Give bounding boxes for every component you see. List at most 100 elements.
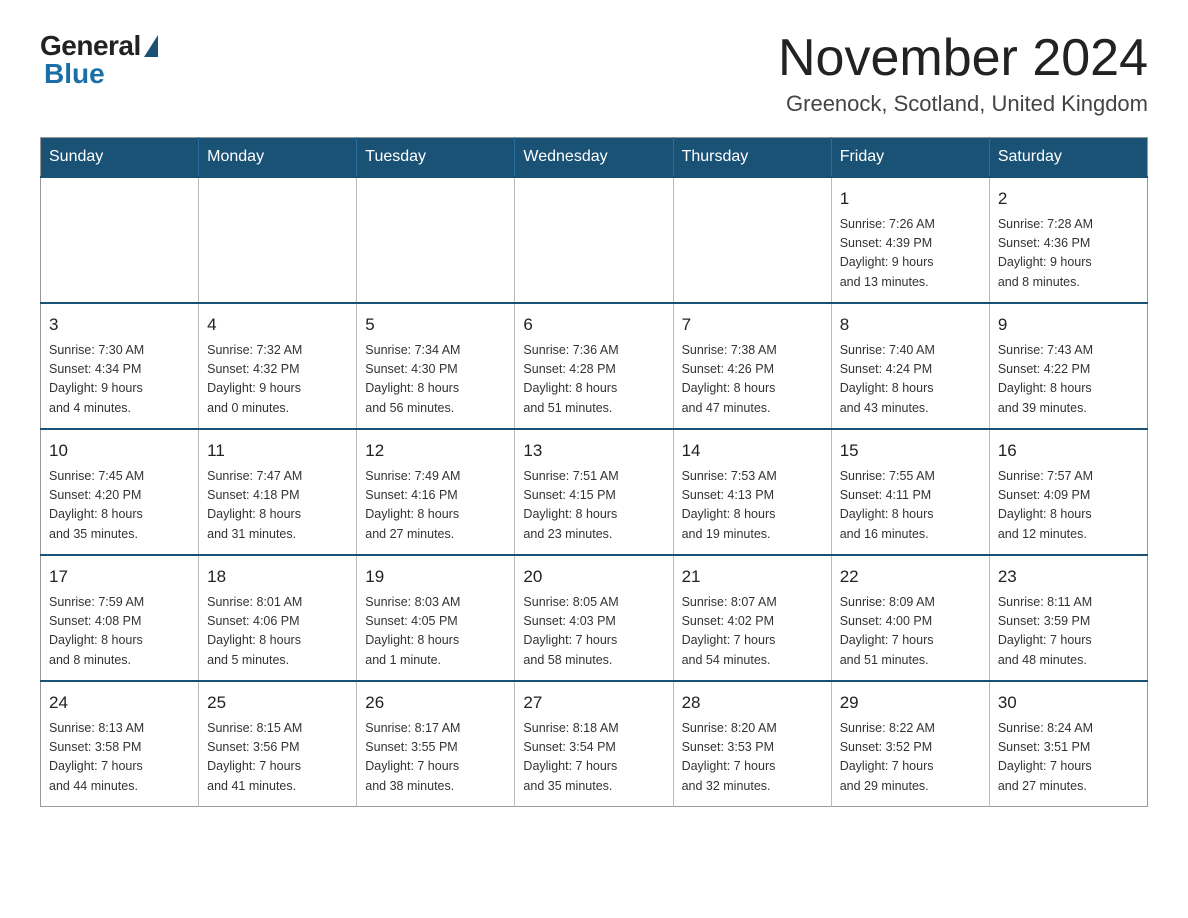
day-header-monday: Monday — [199, 138, 357, 178]
day-cell-30: 30Sunrise: 8:24 AMSunset: 3:51 PMDayligh… — [989, 681, 1147, 807]
day-number: 5 — [365, 312, 506, 338]
day-info: Sunrise: 8:17 AMSunset: 3:55 PMDaylight:… — [365, 719, 506, 797]
week-row-5: 24 Sunrise: 8:13 AMSunset: 3:58 PMDayligh… — [41, 681, 1148, 807]
logo-blue-text: Blue — [44, 58, 105, 90]
day-info: Sunrise: 7:32 AMSunset: 4:32 PMDaylight:… — [207, 341, 348, 419]
day-cell-26: 26 Sunrise: 8:17 AMSunset: 3:55 PMDayligh… — [357, 681, 515, 807]
day-number: 17 — [49, 564, 190, 590]
day-headers-row: SundayMondayTuesdayWednesdayThursdayFrid… — [41, 138, 1148, 178]
day-number: 1 — [840, 186, 981, 212]
day-info: Sunrise: 8:01 AMSunset: 4:06 PMDaylight:… — [207, 593, 348, 671]
day-number: 22 — [840, 564, 981, 590]
day-info: Sunrise: 8:15 AMSunset: 3:56 PMDaylight:… — [207, 719, 348, 797]
day-number: 27 — [523, 690, 664, 716]
day-info: Sunrise: 8:22 AMSunset: 3:52 PMDaylight:… — [840, 719, 981, 797]
week-row-4: 17 Sunrise: 7:59 AMSunset: 4:08 PMDayligh… — [41, 555, 1148, 681]
day-info: Sunrise: 8:13 AMSunset: 3:58 PMDaylight:… — [49, 719, 190, 797]
day-number: 6 — [523, 312, 664, 338]
day-number: 30 — [998, 690, 1139, 716]
day-info: Sunrise: 8:18 AMSunset: 3:54 PMDaylight:… — [523, 719, 664, 797]
day-info: Sunrise: 7:59 AMSunset: 4:08 PMDaylight:… — [49, 593, 190, 671]
day-number: 2 — [998, 186, 1139, 212]
day-info: Sunrise: 7:36 AMSunset: 4:28 PMDaylight:… — [523, 341, 664, 419]
day-cell-12: 12Sunrise: 7:49 AMSunset: 4:16 PMDayligh… — [357, 429, 515, 555]
day-number: 7 — [682, 312, 823, 338]
day-cell-27: 27 Sunrise: 8:18 AMSunset: 3:54 PMDayligh… — [515, 681, 673, 807]
day-number: 21 — [682, 564, 823, 590]
day-cell-23: 23 Sunrise: 8:11 AMSunset: 3:59 PMDayligh… — [989, 555, 1147, 681]
day-number: 19 — [365, 564, 506, 590]
day-cell-11: 11 Sunrise: 7:47 AMSunset: 4:18 PMDayligh… — [199, 429, 357, 555]
day-number: 26 — [365, 690, 506, 716]
day-cell-18: 18 Sunrise: 8:01 AMSunset: 4:06 PMDayligh… — [199, 555, 357, 681]
day-number: 11 — [207, 438, 348, 464]
day-info: Sunrise: 7:43 AMSunset: 4:22 PMDaylight:… — [998, 341, 1139, 419]
month-title: November 2024 — [778, 30, 1148, 87]
day-info: Sunrise: 8:07 AMSunset: 4:02 PMDaylight:… — [682, 593, 823, 671]
day-info: Sunrise: 8:11 AMSunset: 3:59 PMDaylight:… — [998, 593, 1139, 671]
day-header-wednesday: Wednesday — [515, 138, 673, 178]
day-number: 10 — [49, 438, 190, 464]
day-info: Sunrise: 8:20 AMSunset: 3:53 PMDaylight:… — [682, 719, 823, 797]
day-number: 24 — [49, 690, 190, 716]
day-header-tuesday: Tuesday — [357, 138, 515, 178]
day-info: Sunrise: 7:47 AMSunset: 4:18 PMDaylight:… — [207, 467, 348, 545]
week-row-2: 3 Sunrise: 7:30 AMSunset: 4:34 PMDaylight… — [41, 303, 1148, 429]
day-info: Sunrise: 7:55 AMSunset: 4:11 PMDaylight:… — [840, 467, 981, 545]
calendar: SundayMondayTuesdayWednesdayThursdayFrid… — [40, 137, 1148, 807]
day-info: Sunrise: 7:26 AMSunset: 4:39 PMDaylight:… — [840, 215, 981, 293]
day-number: 13 — [523, 438, 664, 464]
day-info: Sunrise: 7:49 AMSunset: 4:16 PMDaylight:… — [365, 467, 506, 545]
day-cell-7: 7 Sunrise: 7:38 AMSunset: 4:26 PMDaylight… — [673, 303, 831, 429]
header: General Blue November 2024 Greenock, Sco… — [40, 30, 1148, 117]
day-info: Sunrise: 7:34 AMSunset: 4:30 PMDaylight:… — [365, 341, 506, 419]
week-row-1: 1 Sunrise: 7:26 AMSunset: 4:39 PMDaylight… — [41, 177, 1148, 303]
day-cell-10: 10 Sunrise: 7:45 AMSunset: 4:20 PMDayligh… — [41, 429, 199, 555]
day-cell-24: 24 Sunrise: 8:13 AMSunset: 3:58 PMDayligh… — [41, 681, 199, 807]
day-cell-5: 5 Sunrise: 7:34 AMSunset: 4:30 PMDaylight… — [357, 303, 515, 429]
logo: General Blue — [40, 30, 158, 90]
logo-triangle-icon — [144, 35, 158, 57]
day-number: 14 — [682, 438, 823, 464]
day-info: Sunrise: 7:28 AMSunset: 4:36 PMDaylight:… — [998, 215, 1139, 293]
day-cell-16: 16Sunrise: 7:57 AMSunset: 4:09 PMDayligh… — [989, 429, 1147, 555]
day-number: 3 — [49, 312, 190, 338]
empty-cell — [357, 177, 515, 303]
day-cell-9: 9 Sunrise: 7:43 AMSunset: 4:22 PMDaylight… — [989, 303, 1147, 429]
empty-cell — [41, 177, 199, 303]
day-info: Sunrise: 7:45 AMSunset: 4:20 PMDaylight:… — [49, 467, 190, 545]
day-number: 29 — [840, 690, 981, 716]
day-number: 9 — [998, 312, 1139, 338]
day-cell-6: 6 Sunrise: 7:36 AMSunset: 4:28 PMDaylight… — [515, 303, 673, 429]
day-number: 23 — [998, 564, 1139, 590]
day-info: Sunrise: 7:51 AMSunset: 4:15 PMDaylight:… — [523, 467, 664, 545]
day-info: Sunrise: 8:09 AMSunset: 4:00 PMDaylight:… — [840, 593, 981, 671]
week-row-3: 10 Sunrise: 7:45 AMSunset: 4:20 PMDayligh… — [41, 429, 1148, 555]
day-cell-28: 28Sunrise: 8:20 AMSunset: 3:53 PMDayligh… — [673, 681, 831, 807]
day-cell-4: 4 Sunrise: 7:32 AMSunset: 4:32 PMDaylight… — [199, 303, 357, 429]
empty-cell — [515, 177, 673, 303]
day-cell-13: 13 Sunrise: 7:51 AMSunset: 4:15 PMDayligh… — [515, 429, 673, 555]
day-cell-1: 1 Sunrise: 7:26 AMSunset: 4:39 PMDaylight… — [831, 177, 989, 303]
day-cell-25: 25 Sunrise: 8:15 AMSunset: 3:56 PMDayligh… — [199, 681, 357, 807]
day-header-friday: Friday — [831, 138, 989, 178]
day-cell-15: 15Sunrise: 7:55 AMSunset: 4:11 PMDayligh… — [831, 429, 989, 555]
day-info: Sunrise: 7:38 AMSunset: 4:26 PMDaylight:… — [682, 341, 823, 419]
day-info: Sunrise: 7:30 AMSunset: 4:34 PMDaylight:… — [49, 341, 190, 419]
day-number: 25 — [207, 690, 348, 716]
day-number: 18 — [207, 564, 348, 590]
day-number: 20 — [523, 564, 664, 590]
location-title: Greenock, Scotland, United Kingdom — [778, 91, 1148, 117]
day-header-sunday: Sunday — [41, 138, 199, 178]
day-cell-14: 14 Sunrise: 7:53 AMSunset: 4:13 PMDayligh… — [673, 429, 831, 555]
day-number: 4 — [207, 312, 348, 338]
day-number: 8 — [840, 312, 981, 338]
day-info: Sunrise: 8:05 AMSunset: 4:03 PMDaylight:… — [523, 593, 664, 671]
empty-cell — [199, 177, 357, 303]
day-cell-20: 20 Sunrise: 8:05 AMSunset: 4:03 PMDayligh… — [515, 555, 673, 681]
day-info: Sunrise: 7:53 AMSunset: 4:13 PMDaylight:… — [682, 467, 823, 545]
day-number: 16 — [998, 438, 1139, 464]
day-cell-22: 22 Sunrise: 8:09 AMSunset: 4:00 PMDayligh… — [831, 555, 989, 681]
day-cell-17: 17 Sunrise: 7:59 AMSunset: 4:08 PMDayligh… — [41, 555, 199, 681]
day-cell-19: 19Sunrise: 8:03 AMSunset: 4:05 PMDayligh… — [357, 555, 515, 681]
